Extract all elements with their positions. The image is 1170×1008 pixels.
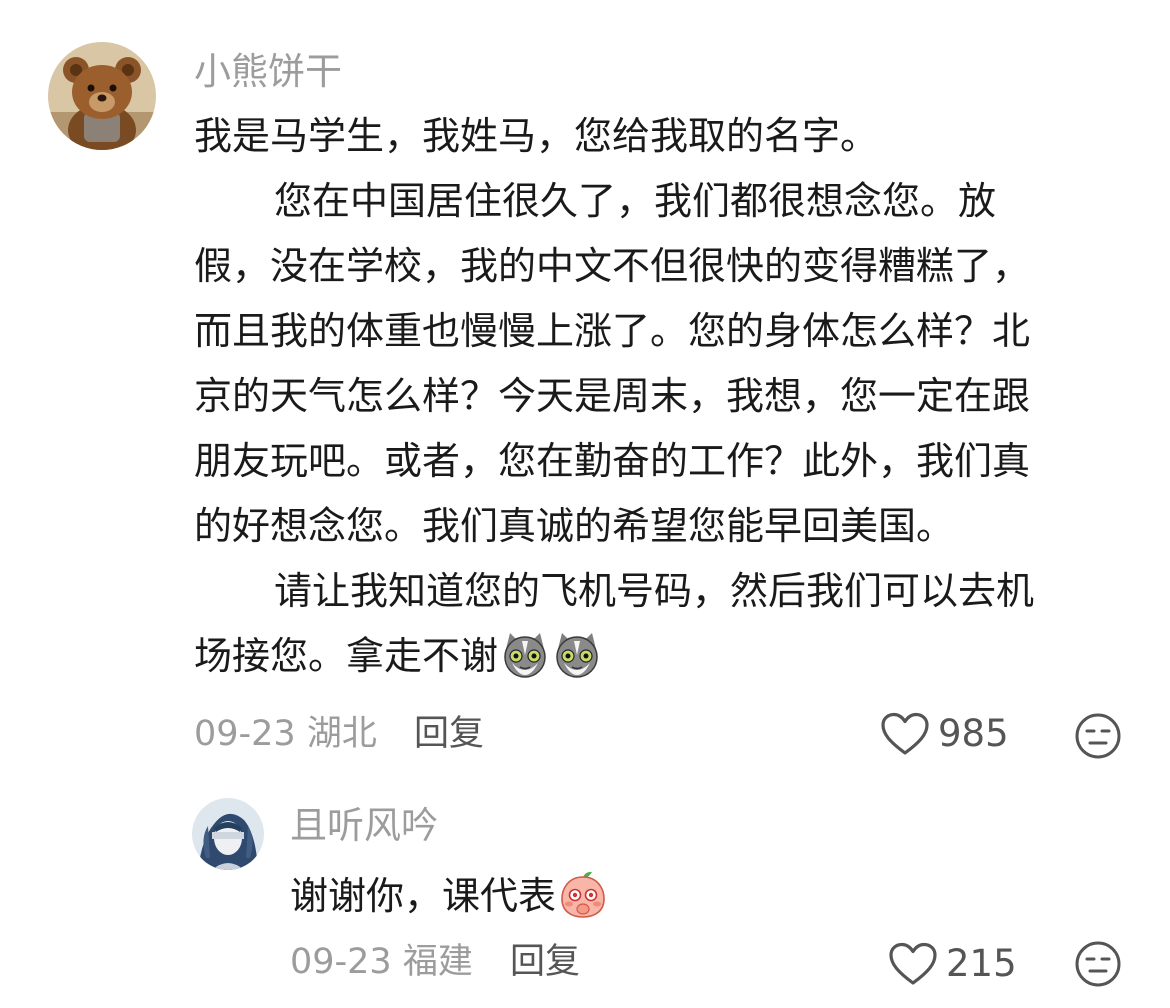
comment-paragraph: 的好想念您。我们真诚的希望您能早回美国。: [194, 504, 955, 548]
comment-item: 小熊饼干 我是马学生，我姓马，您给我取的名字。 您在中国居住很久了，我们都很想念…: [0, 0, 1170, 790]
comment-paragraph: 请让我知道您的飞机号码，然后我们可以去机: [274, 569, 1035, 613]
comment-date: 09-23: [194, 714, 296, 754]
like-count: 985: [938, 712, 1009, 755]
meh-face-icon[interactable]: [1074, 712, 1122, 760]
cat-face-sticker: [500, 629, 550, 679]
comment-meta: 09-23 湖北 回复: [194, 712, 484, 756]
reply-button[interactable]: 回复: [510, 942, 580, 982]
comment-username[interactable]: 且听风吟: [290, 804, 438, 848]
meh-face-icon[interactable]: [1074, 940, 1122, 988]
comment-body: 谢谢你，课代表: [290, 864, 1120, 929]
comment-username[interactable]: 小熊饼干: [194, 50, 342, 94]
cat-face-sticker: [552, 629, 602, 679]
comment-date: 09-23: [290, 942, 392, 982]
comment-paragraph: 京的天气怎么样？今天是周末，我想，您一定在跟: [194, 374, 1031, 418]
comment-text: 谢谢你，课代表: [290, 874, 557, 918]
comment-paragraph: 谢谢你，课代表: [290, 864, 1120, 929]
heart-outline-icon: [889, 942, 937, 985]
comment-meta: 09-23 福建 回复: [290, 940, 580, 984]
comment-paragraph-last: 场接您。拿走不谢: [194, 624, 1124, 689]
anime-character-avatar[interactable]: [192, 798, 264, 870]
comment-location: 湖北: [306, 714, 377, 754]
comment-paragraph: 而且我的体重也慢慢上涨了。您的身体怎么样？北: [194, 309, 1031, 353]
like-count: 215: [946, 942, 1017, 985]
comment-paragraph: 朋友玩吧。或者，您在勤奋的工作？此外，我们真: [194, 439, 1031, 483]
comment-paragraph: 我是马学生，我姓马，您给我取的名字。: [194, 114, 879, 158]
comment-paragraph: 您在中国居住很久了，我们都很想念您。放: [274, 179, 997, 223]
heart-outline-icon: [881, 712, 929, 755]
shy-peach-sticker: [558, 869, 608, 919]
comment-location: 福建: [402, 942, 473, 982]
teddy-bear-avatar[interactable]: [48, 42, 156, 150]
like-button[interactable]: 985: [880, 712, 1009, 756]
reply-button[interactable]: 回复: [414, 714, 484, 754]
comment-paragraph: 假，没在学校，我的中文不但很快的变得糟糕了，: [194, 244, 1031, 288]
comment-text: 场接您。拿走不谢: [194, 634, 499, 678]
like-button[interactable]: 215: [888, 942, 1017, 986]
comment-body: 我是马学生，我姓马，您给我取的名字。 您在中国居住很久了，我们都很想念您。放 假…: [194, 104, 1124, 689]
